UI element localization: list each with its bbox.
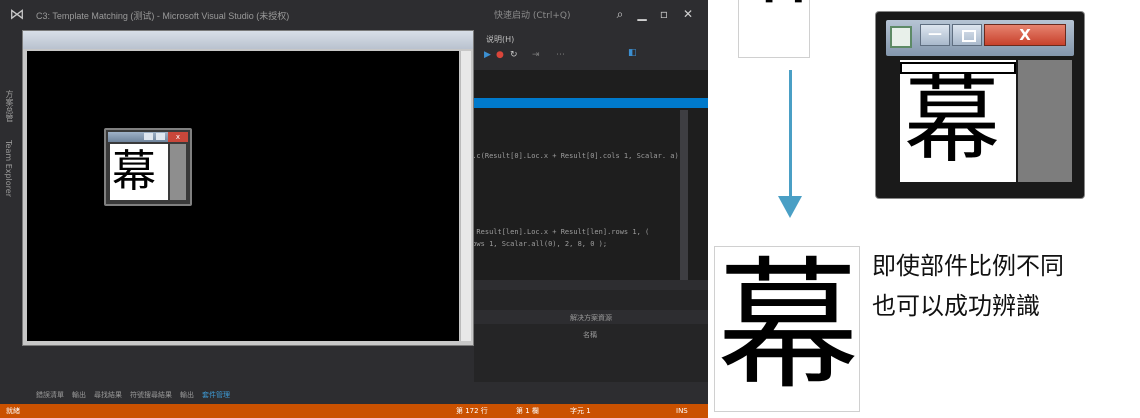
result-gray-area-large (1018, 60, 1072, 182)
console-output (27, 51, 459, 341)
close-icon[interactable]: ✕ (680, 6, 696, 22)
search-icon[interactable]: ⌕ (612, 6, 628, 22)
result-gray-area (170, 144, 186, 200)
tab-symbol-results[interactable]: 符號搜尋結果 (130, 390, 172, 400)
tab-output-2[interactable]: 輸出 (180, 390, 194, 400)
vs-side-toolbar: 方案总管 Team Explorer (0, 30, 22, 398)
down-arrow-icon (789, 70, 792, 198)
tab-package-manager[interactable]: 套件管理 (202, 390, 230, 400)
minimize-icon[interactable]: ▁ (634, 6, 650, 22)
quick-launch-input[interactable]: 快速启动 (Ctrl+Q) (494, 8, 571, 21)
status-bar: 就緒 第 172 行 第 1 欄 字元 1 INS (0, 404, 708, 418)
status-column: 第 1 欄 (516, 407, 539, 415)
maximize-icon[interactable] (156, 133, 165, 140)
restart-icon[interactable]: ↻ (510, 50, 518, 60)
minimize-icon[interactable] (144, 133, 153, 140)
tab-error-list[interactable]: 錯誤清單 (36, 390, 64, 400)
maximize-icon[interactable]: ▫ (656, 6, 672, 22)
result-char-large: 幕 (904, 64, 1000, 176)
caption-line-2: 也可以成功辨識 (872, 292, 1040, 320)
solution-panel-title: 解决方案資源 (570, 314, 612, 322)
start-icon[interactable]: ▶ (484, 50, 491, 60)
visual-studio-window: ⋈ C3: Template Matching (测试) - Microsoft… (0, 0, 708, 418)
caption: 即使部件比例不同 也可以成功辨識 (872, 246, 1064, 326)
stop-icon[interactable]: ● (496, 50, 504, 60)
editor-tab-strip[interactable] (474, 98, 708, 108)
tab-output[interactable]: 輸出 (72, 390, 86, 400)
result-image-small: 幕 (110, 144, 168, 200)
visual-studio-logo-icon: ⋈ (9, 6, 25, 23)
template-image: 艹 (738, 0, 810, 58)
vs-window-title: C3: Template Matching (测试) - Microsoft V… (36, 10, 290, 21)
result-char-small: 幕 (112, 146, 156, 197)
status-line: 第 172 行 (456, 407, 488, 415)
result-image-large: 幕 (900, 60, 1016, 182)
side-tab-team-explorer[interactable]: Team Explorer (4, 140, 13, 197)
template-char: 艹 (741, 0, 809, 57)
result-window-small-titlebar[interactable]: x (108, 132, 188, 142)
editor-scrollbar[interactable] (680, 110, 688, 280)
down-arrow-head (778, 196, 802, 218)
close-icon[interactable]: x (168, 132, 188, 142)
console-window[interactable] (22, 30, 474, 346)
result-window-large[interactable]: — X 幕 (876, 12, 1084, 198)
status-ins: INS (676, 407, 688, 415)
side-tab-solution[interactable]: 方案总管 (4, 90, 15, 122)
caption-line-1: 即使部件比例不同 (872, 252, 1064, 280)
close-button[interactable]: X (984, 24, 1066, 46)
solution-panel-column: 名稱 (583, 331, 597, 339)
result-window-small[interactable]: x 幕 (104, 128, 192, 206)
tab-find-results[interactable]: 尋找結果 (94, 390, 122, 400)
status-char: 字元 1 (570, 407, 591, 415)
code-line: , Result[len].Loc.x + Result[len].rows 1… (468, 228, 650, 236)
vs-titlebar: ⋈ C3: Template Matching (测试) - Microsoft… (0, 0, 708, 30)
minimize-button[interactable]: — (920, 24, 950, 46)
breakpoint-icon[interactable]: ⋯ (556, 50, 565, 60)
code-line: c.c(Result[0].Loc.x + Result[0].cols 1, … (468, 152, 683, 160)
bottom-tab-strip: 錯誤清單 輸出 尋找結果 符號搜尋結果 輸出 套件管理 (0, 386, 708, 404)
debug-target-icon[interactable]: ◧ (628, 48, 637, 58)
console-scrollbar[interactable] (460, 51, 471, 341)
source-image: 幕 (714, 246, 860, 412)
step-icon[interactable]: ⇥ (532, 50, 540, 60)
menu-help[interactable]: 说明(H) (486, 34, 514, 45)
status-ready: 就緒 (6, 407, 20, 415)
source-char: 幕 (717, 246, 859, 409)
console-titlebar[interactable] (23, 31, 473, 49)
maximize-button[interactable] (952, 24, 982, 46)
code-line: rows 1, Scalar.all(0), 2, 8, 0 ); (468, 240, 608, 248)
